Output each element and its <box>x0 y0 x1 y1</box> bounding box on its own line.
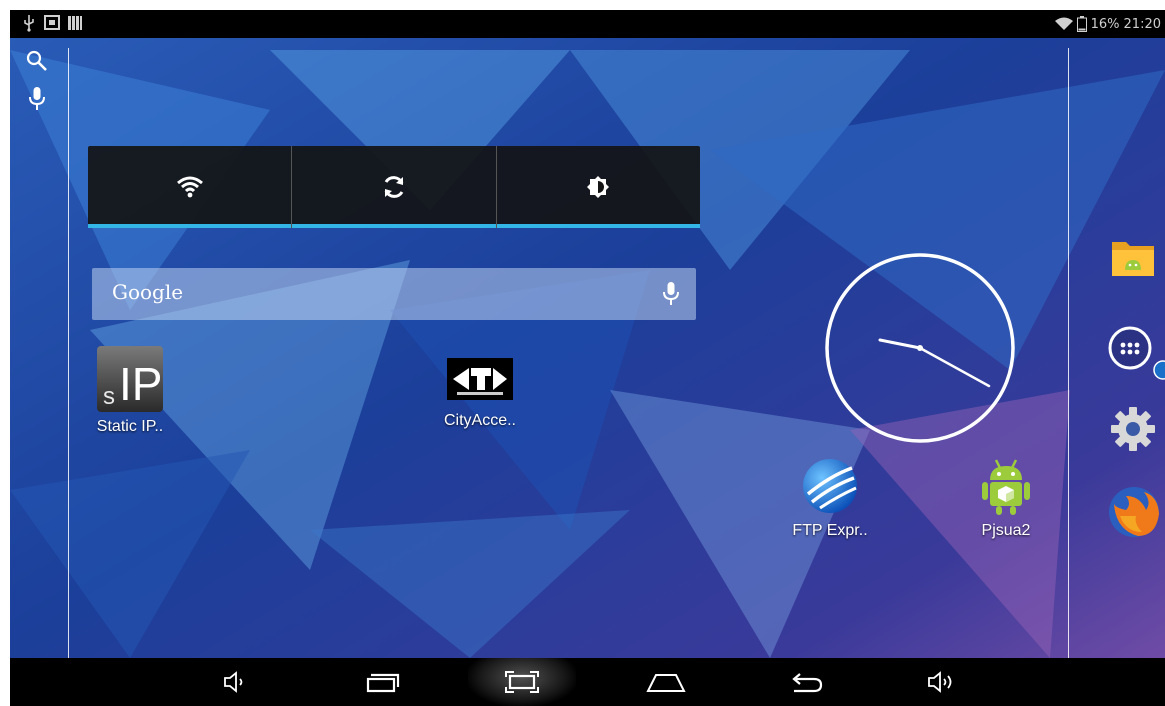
wifi-icon <box>1054 17 1073 30</box>
battery-percent: 16% <box>1090 16 1120 32</box>
navigation-bar <box>10 658 1165 706</box>
android-app-icon <box>982 459 1030 515</box>
static-ip-app-icon: s IP <box>97 346 163 412</box>
wifi-toggle-indicator <box>88 224 292 228</box>
home-button[interactable] <box>636 658 696 706</box>
signal-bars-icon <box>68 16 82 30</box>
cast-icon <box>44 15 60 30</box>
firefox-icon[interactable] <box>1106 484 1162 540</box>
app-label: Pjsua2 <box>981 522 1031 539</box>
wifi-toggle-button[interactable] <box>88 146 293 228</box>
brightness-icon <box>587 176 610 198</box>
clock-hour-hand <box>878 338 922 350</box>
volume-up-icon <box>928 671 952 693</box>
status-bar: 16% 21:20 <box>10 10 1165 38</box>
google-search-label: Google <box>112 280 184 304</box>
recent-apps-button[interactable] <box>352 658 412 706</box>
app-label: FTP Expr.. <box>792 522 868 539</box>
svg-text:IP: IP <box>119 358 162 410</box>
usb-icon <box>24 15 34 32</box>
sync-toggle-indicator <box>292 224 496 228</box>
volume-up-button[interactable] <box>912 658 972 706</box>
file-manager-icon[interactable] <box>1110 236 1156 280</box>
android-home-screen: 16% 21:20 Google s IP Static IP.. CityAc… <box>10 10 1165 706</box>
analog-clock-widget[interactable] <box>822 250 1018 446</box>
mic-icon[interactable] <box>28 86 46 112</box>
battery-icon <box>1076 16 1087 32</box>
app-static-ip[interactable]: s IP Static IP.. <box>70 346 190 436</box>
app-ftp-express[interactable]: FTP Expr.. <box>770 456 890 540</box>
home-icon <box>646 674 686 692</box>
screenshot-button[interactable] <box>492 658 552 706</box>
status-right: 16% 21:20 <box>1054 10 1161 38</box>
back-icon <box>792 673 823 693</box>
app-pjsua2[interactable]: Pjsua2 <box>946 456 1066 540</box>
sync-icon <box>384 176 404 198</box>
power-control-widget <box>88 146 700 228</box>
clock-minute-hand <box>918 346 991 388</box>
app-label: Static IP.. <box>96 418 164 435</box>
app-city-access[interactable]: CityAcce.. <box>420 358 540 430</box>
ftp-express-app-icon <box>803 459 857 513</box>
volume-down-button[interactable] <box>206 658 266 706</box>
screenshot-icon <box>505 671 539 693</box>
clock-time: 21:20 <box>1123 16 1161 32</box>
right-edge-line <box>1068 48 1069 658</box>
app-label: CityAcce.. <box>443 412 516 429</box>
volume-down-icon <box>224 671 243 693</box>
wifi-icon <box>176 176 203 198</box>
search-icon[interactable] <box>26 50 48 72</box>
city-access-app-icon <box>447 358 513 400</box>
sync-toggle-button[interactable] <box>292 146 497 228</box>
back-button[interactable] <box>776 658 836 706</box>
recent-apps-icon <box>366 673 400 693</box>
settings-icon[interactable] <box>1110 406 1156 452</box>
brightness-toggle-button[interactable] <box>496 146 700 228</box>
all-apps-icon[interactable] <box>1106 324 1165 380</box>
brightness-toggle-indicator <box>496 224 700 228</box>
mic-icon[interactable] <box>662 281 680 307</box>
google-search-bar[interactable]: Google <box>92 268 696 320</box>
svg-text:s: s <box>103 383 115 410</box>
left-edge-line <box>68 48 69 658</box>
